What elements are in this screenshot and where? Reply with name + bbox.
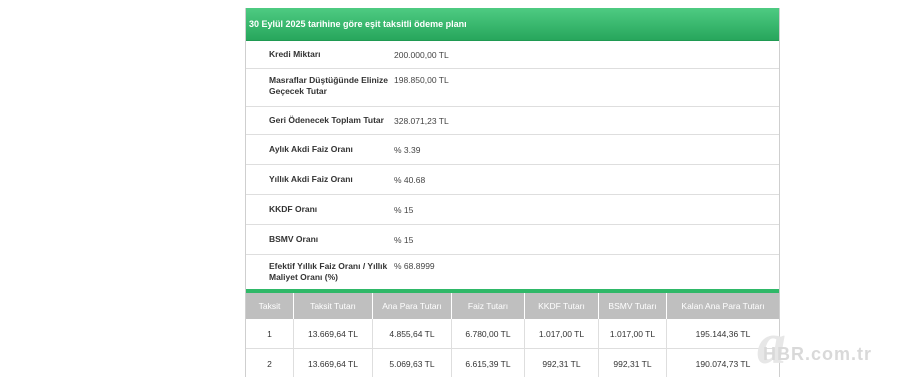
table-cell: 5.069,63 TL <box>373 349 452 377</box>
info-label: Geri Ödenecek Toplam Tutar <box>269 115 384 125</box>
info-value: 198.850,00 TL <box>394 75 449 85</box>
info-label: BSMV Oranı <box>269 234 319 244</box>
info-value: 328.071,23 TL <box>394 115 449 126</box>
table-cell: 992,31 TL <box>525 349 599 377</box>
info-value: % 68.8999 <box>394 261 435 271</box>
plan-title-bar: 30 Eylül 2025 tarihine göre eşit taksitl… <box>246 8 779 41</box>
table-cell: 4.855,64 TL <box>373 319 452 348</box>
table-cell: 13.669,64 TL <box>294 319 373 348</box>
column-header: BSMV Tutarı <box>599 293 667 319</box>
info-label: Yıllık Akdi Faiz Oranı <box>269 174 353 184</box>
table-cell: 13.669,64 TL <box>294 349 373 377</box>
info-row-loan-amount: Kredi Miktarı 200.000,00 TL <box>246 41 779 69</box>
info-label: Masraflar Düştüğünde Elinize Geçecek Tut… <box>269 75 389 96</box>
table-cell: 992,31 TL <box>599 349 667 377</box>
info-value: % 3.39 <box>394 144 421 155</box>
table-cell: 2 <box>246 349 294 377</box>
info-label: Kredi Miktarı <box>269 49 321 59</box>
info-row-monthly-rate: Aylık Akdi Faiz Oranı % 3.39 <box>246 135 779 165</box>
info-row-net-amount: Masraflar Düştüğünde Elinize Geçecek Tut… <box>246 69 779 107</box>
watermark-text: HBR.com.tr <box>763 344 873 364</box>
column-header: Taksit Tutarı <box>294 293 373 319</box>
info-value: 200.000,00 TL <box>394 49 449 60</box>
table-row: 2 13.669,64 TL 5.069,63 TL 6.615,39 TL 9… <box>246 349 779 377</box>
info-value: % 40.68 <box>394 174 426 185</box>
table-cell: 6.780,00 TL <box>452 319 525 348</box>
info-row-annual-rate: Yıllık Akdi Faiz Oranı % 40.68 <box>246 165 779 195</box>
table-row: 1 13.669,64 TL 4.855,64 TL 6.780,00 TL 1… <box>246 319 779 349</box>
table-cell: 1 <box>246 319 294 348</box>
table-cell: 1.017,00 TL <box>599 319 667 348</box>
table-cell: 6.615,39 TL <box>452 349 525 377</box>
info-row-effective-rate: Efektif Yıllık Faiz Oranı / Yıllık Maliy… <box>246 255 779 289</box>
column-header: Taksit <box>246 293 294 319</box>
info-label: Aylık Akdi Faiz Oranı <box>269 144 353 154</box>
installment-table-header: Taksit Taksit Tutarı Ana Para Tutarı Fai… <box>246 293 779 319</box>
column-header: Faiz Tutarı <box>452 293 525 319</box>
info-value: % 15 <box>394 204 414 215</box>
hbr-watermark-logo: a HBR.com.tr <box>755 311 895 376</box>
info-row-total-repayment: Geri Ödenecek Toplam Tutar 328.071,23 TL <box>246 107 779 135</box>
payment-plan-panel: 30 Eylül 2025 tarihine göre eşit taksitl… <box>245 8 780 377</box>
info-value: % 15 <box>394 234 414 245</box>
info-label: KKDF Oranı <box>269 204 318 214</box>
info-label: Efektif Yıllık Faiz Oranı / Yıllık Maliy… <box>269 261 388 282</box>
column-header: Ana Para Tutarı <box>373 293 452 319</box>
info-row-kkdf-rate: KKDF Oranı % 15 <box>246 195 779 225</box>
info-row-bsmv-rate: BSMV Oranı % 15 <box>246 225 779 255</box>
table-cell: 1.017,00 TL <box>525 319 599 348</box>
plan-title: 30 Eylül 2025 tarihine göre eşit taksitl… <box>249 19 467 29</box>
column-header: KKDF Tutarı <box>525 293 599 319</box>
